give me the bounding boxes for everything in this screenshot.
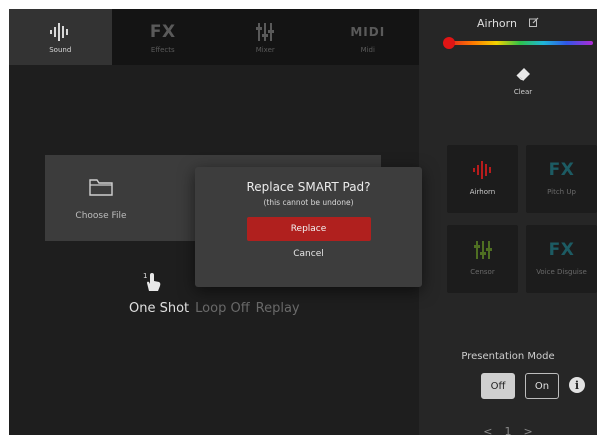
pad-label: Voice Disguise <box>536 268 587 276</box>
pad-label: Pitch Up <box>547 188 576 196</box>
dialog-subtitle: (this cannot be undone) <box>263 198 354 207</box>
prev-page-button[interactable]: < <box>483 425 492 435</box>
tab-bar: Sound FX Effects Mixer MIDI Midi <box>9 9 419 65</box>
midi-icon: MIDI <box>350 24 386 39</box>
tab-effects[interactable]: FX Effects <box>112 9 215 65</box>
clear-button[interactable]: Clear <box>493 65 553 99</box>
replace-button[interactable]: Replace <box>246 217 371 241</box>
clear-label: Clear <box>513 88 533 96</box>
pad-label: Airhorn <box>469 188 496 196</box>
choose-file-label: Choose File <box>75 211 127 221</box>
color-slider-track[interactable] <box>447 41 593 45</box>
pad-pager: < 1 > <box>419 425 597 435</box>
tab-sound-label: Sound <box>49 45 72 54</box>
folder-icon <box>88 177 114 201</box>
replace-pad-dialog: Replace SMART Pad? (this cannot be undon… <box>195 167 422 287</box>
mixer-faders-icon <box>473 239 492 261</box>
pad-name: Airhorn <box>477 17 517 30</box>
edit-icon[interactable] <box>528 17 539 30</box>
sound-wave-icon <box>472 159 494 181</box>
svg-text:1: 1 <box>143 272 147 280</box>
fx-icon: FX <box>149 21 176 42</box>
presentation-on-button[interactable]: On <box>525 373 559 399</box>
fx-icon: FX <box>548 240 575 260</box>
cancel-button[interactable]: Cancel <box>293 249 324 259</box>
playback-mode-row: One Shot Loop Off Replay <box>129 301 300 316</box>
pad-censor[interactable]: Censor <box>447 225 518 293</box>
tab-midi-label: Midi <box>360 45 375 54</box>
presentation-off-button[interactable]: Off <box>481 373 515 399</box>
pad-sidebar: Airhorn Clear Airhorn FX Pitch Up Censor… <box>419 9 597 435</box>
tab-sound[interactable]: Sound <box>9 9 112 65</box>
pad-airhorn[interactable]: Airhorn <box>447 145 518 213</box>
tap-hand-icon: 1 <box>143 271 163 297</box>
tab-effects-label: Effects <box>150 45 175 54</box>
pad-pitch-up[interactable]: FX Pitch Up <box>526 145 597 213</box>
mode-loop-off[interactable]: Loop Off <box>195 301 250 316</box>
eraser-icon <box>513 65 533 85</box>
tab-mixer[interactable]: Mixer <box>214 9 317 65</box>
mode-one-shot[interactable]: One Shot <box>129 301 189 316</box>
tab-midi[interactable]: MIDI Midi <box>317 9 420 65</box>
pad-voice-disguise[interactable]: FX Voice Disguise <box>526 225 597 293</box>
pad-name-row: Airhorn <box>419 17 597 30</box>
info-icon[interactable]: i <box>569 377 585 393</box>
sound-wave-icon <box>49 21 71 43</box>
app-window: Sound FX Effects Mixer MIDI Midi Choose … <box>9 9 597 435</box>
presentation-mode-label: Presentation Mode <box>461 351 555 362</box>
page-number: 1 <box>504 425 512 435</box>
mixer-faders-icon <box>256 21 275 43</box>
color-slider-handle[interactable] <box>443 37 455 49</box>
choose-file-button[interactable]: Choose File <box>45 155 157 241</box>
pad-label: Censor <box>470 268 495 276</box>
fx-icon: FX <box>548 160 575 180</box>
dialog-title: Replace SMART Pad? <box>246 180 371 194</box>
next-page-button[interactable]: > <box>524 425 533 435</box>
mode-replay[interactable]: Replay <box>256 301 300 316</box>
tab-mixer-label: Mixer <box>255 45 275 54</box>
